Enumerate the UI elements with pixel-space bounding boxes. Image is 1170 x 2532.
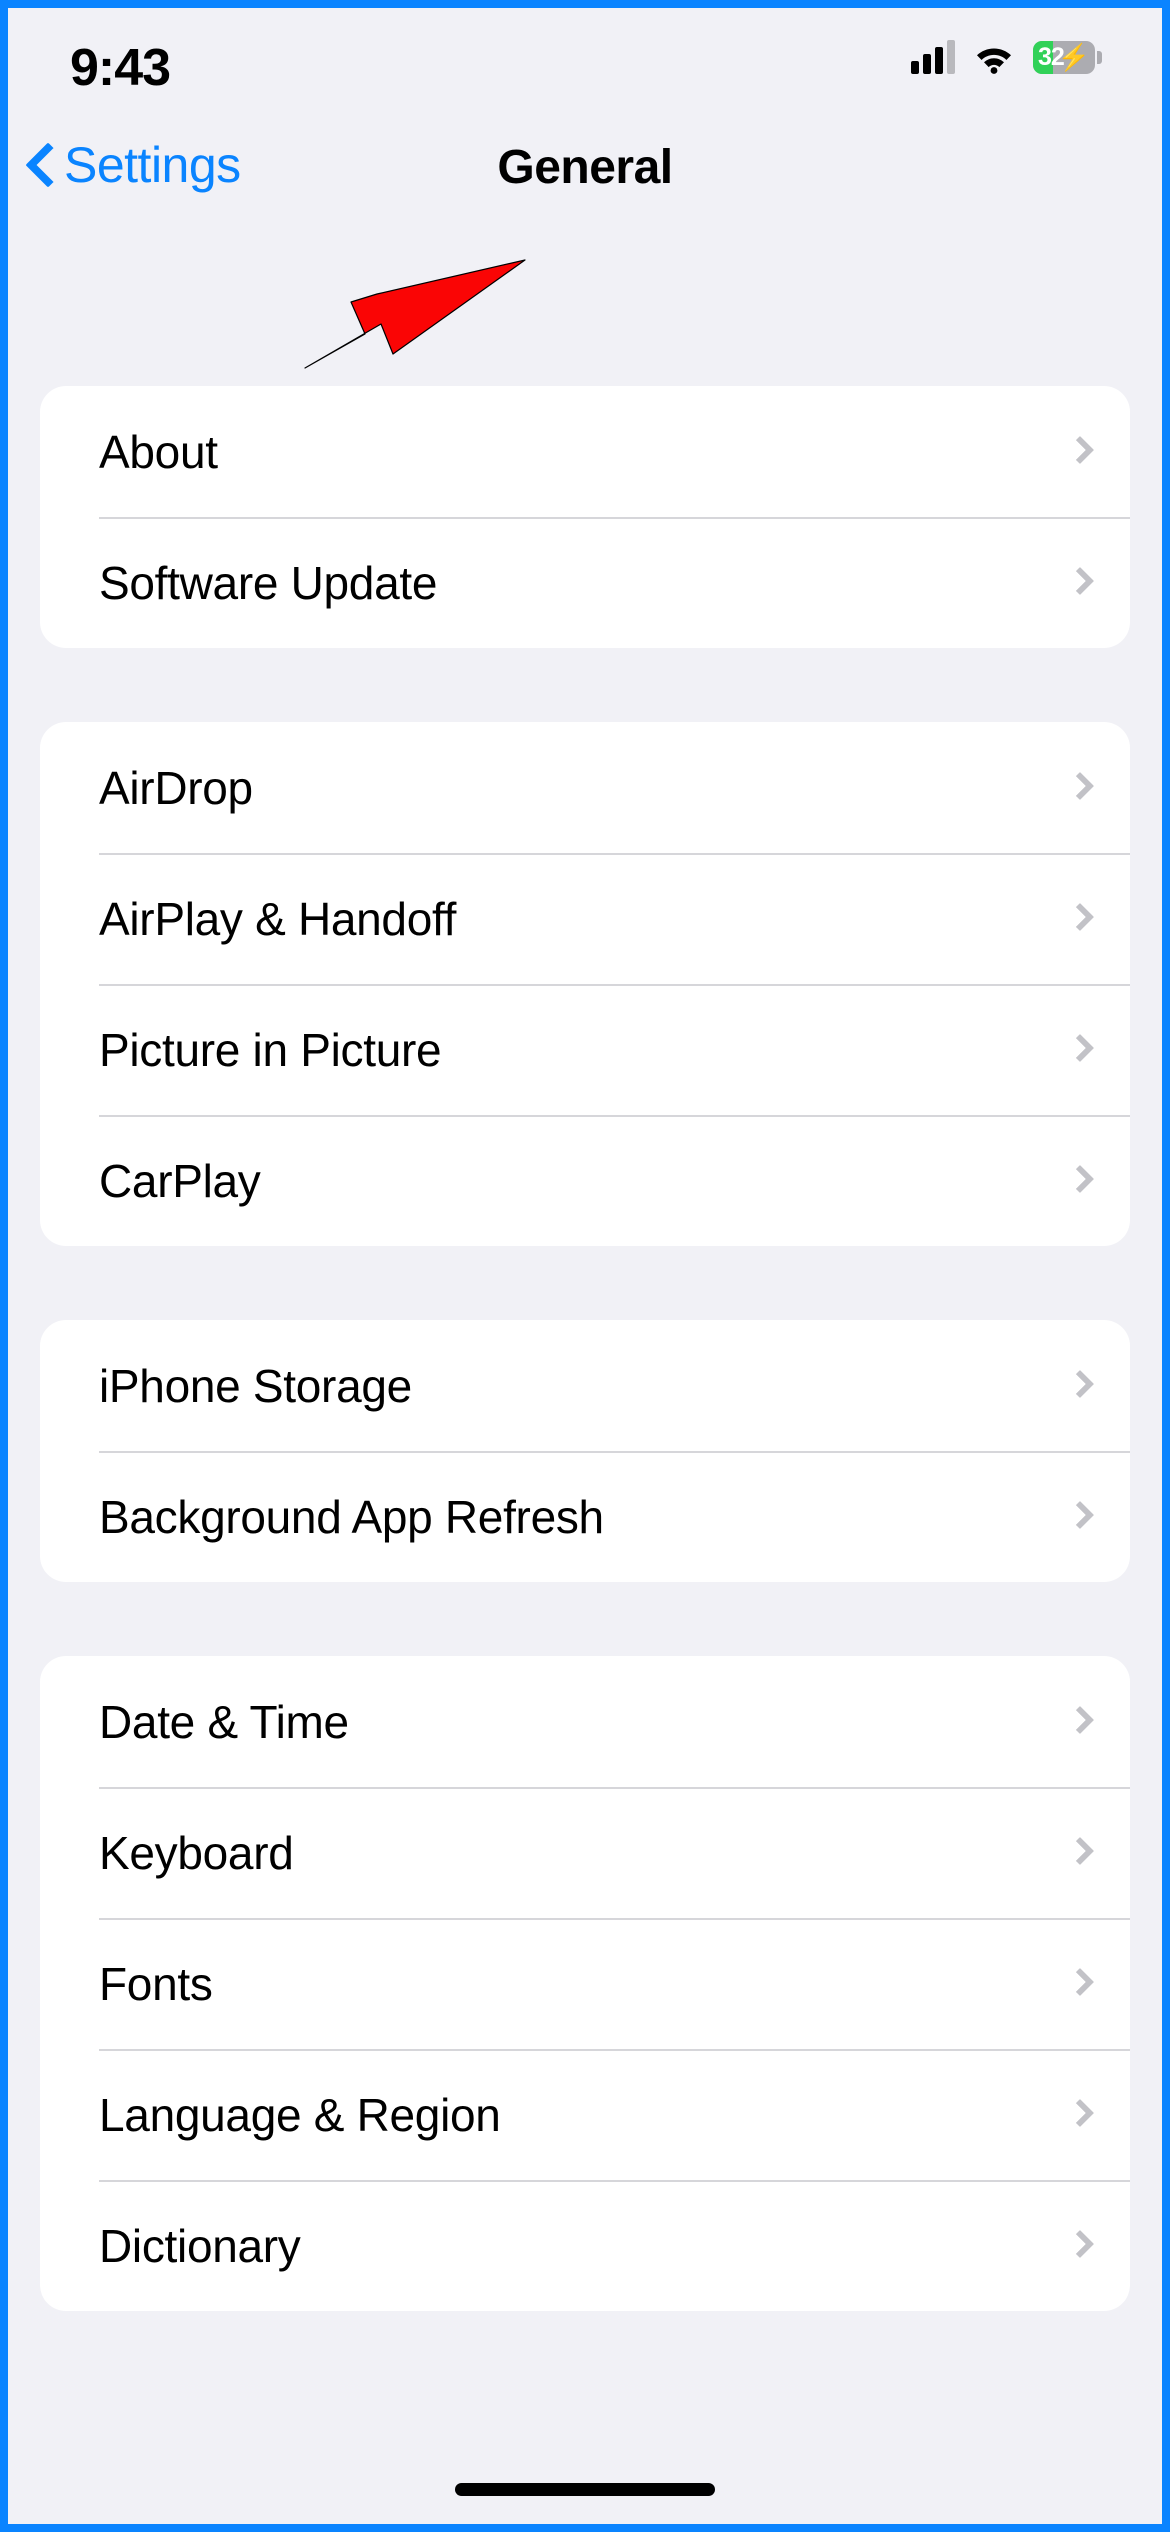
- battery-icon: 32 ⚡: [1033, 40, 1095, 74]
- home-indicator: [455, 2483, 715, 2496]
- settings-row-label: Language & Region: [99, 2088, 501, 2141]
- settings-row-label: AirDrop: [99, 761, 253, 814]
- chevron-right-icon: [1065, 1369, 1095, 1398]
- chevron-right-icon: [1065, 1967, 1095, 1996]
- chevron-right-icon: [1065, 566, 1095, 595]
- settings-row-label: About: [99, 425, 218, 478]
- chevron-right-icon: [1065, 1836, 1095, 1865]
- chevron-right-icon: [1065, 902, 1095, 931]
- status-bar-indicators: 32 ⚡: [911, 40, 1102, 74]
- settings-row-language-region[interactable]: Language & Region: [40, 2049, 1130, 2180]
- settings-row-about[interactable]: About: [40, 386, 1130, 517]
- settings-row-keyboard[interactable]: Keyboard: [40, 1787, 1130, 1918]
- chevron-right-icon: [1065, 1500, 1095, 1529]
- settings-group-3: iPhone Storage Background App Refresh: [40, 1320, 1130, 1582]
- settings-row-background-app-refresh[interactable]: Background App Refresh: [40, 1451, 1130, 1582]
- settings-row-picture-in-picture[interactable]: Picture in Picture: [40, 984, 1130, 1115]
- settings-row-iphone-storage[interactable]: iPhone Storage: [40, 1320, 1130, 1451]
- chevron-right-icon: [1065, 1705, 1095, 1734]
- settings-row-dictionary[interactable]: Dictionary: [40, 2180, 1130, 2311]
- status-bar: 9:43 32 ⚡: [8, 8, 1162, 126]
- lightning-bolt-icon: ⚡: [1057, 41, 1090, 72]
- settings-row-airdrop[interactable]: AirDrop: [40, 722, 1130, 853]
- battery-cap: [1097, 50, 1102, 64]
- settings-row-label: Keyboard: [99, 1826, 294, 1879]
- cellular-bars-icon: [911, 40, 955, 74]
- settings-row-label: Date & Time: [99, 1695, 349, 1748]
- chevron-right-icon: [1065, 1164, 1095, 1193]
- settings-row-airplay-handoff[interactable]: AirPlay & Handoff: [40, 853, 1130, 984]
- settings-row-fonts[interactable]: Fonts: [40, 1918, 1130, 2049]
- chevron-right-icon: [1065, 435, 1095, 464]
- chevron-right-icon: [1065, 771, 1095, 800]
- settings-group-4: Date & Time Keyboard Fonts Language & Re…: [40, 1656, 1130, 2311]
- chevron-right-icon: [1065, 1033, 1095, 1062]
- settings-row-label: Background App Refresh: [99, 1490, 604, 1543]
- iphone-screen: 9:43 32 ⚡ Settings General About Softwar…: [8, 8, 1162, 2524]
- settings-row-label: Dictionary: [99, 2219, 301, 2272]
- settings-row-label: AirPlay & Handoff: [99, 892, 457, 945]
- settings-row-carplay[interactable]: CarPlay: [40, 1115, 1130, 1246]
- settings-list: About Software Update AirDrop AirPlay & …: [8, 231, 1162, 2524]
- settings-row-date-time[interactable]: Date & Time: [40, 1656, 1130, 1787]
- settings-row-software-update[interactable]: Software Update: [40, 517, 1130, 648]
- chevron-right-icon: [1065, 2229, 1095, 2258]
- settings-row-label: Software Update: [99, 556, 438, 609]
- navigation-bar: Settings General: [8, 126, 1162, 231]
- settings-row-label: Fonts: [99, 1957, 213, 2010]
- settings-row-label: iPhone Storage: [99, 1359, 412, 1412]
- battery-indicator: 32 ⚡: [1033, 40, 1102, 74]
- wifi-icon: [972, 40, 1016, 74]
- settings-row-label: Picture in Picture: [99, 1023, 442, 1076]
- settings-row-label: CarPlay: [99, 1154, 261, 1207]
- status-bar-clock: 9:43: [70, 39, 171, 97]
- page-title: General: [497, 141, 673, 194]
- chevron-right-icon: [1065, 2098, 1095, 2127]
- settings-group-1: About Software Update: [40, 386, 1130, 648]
- settings-group-2: AirDrop AirPlay & Handoff Picture in Pic…: [40, 722, 1130, 1246]
